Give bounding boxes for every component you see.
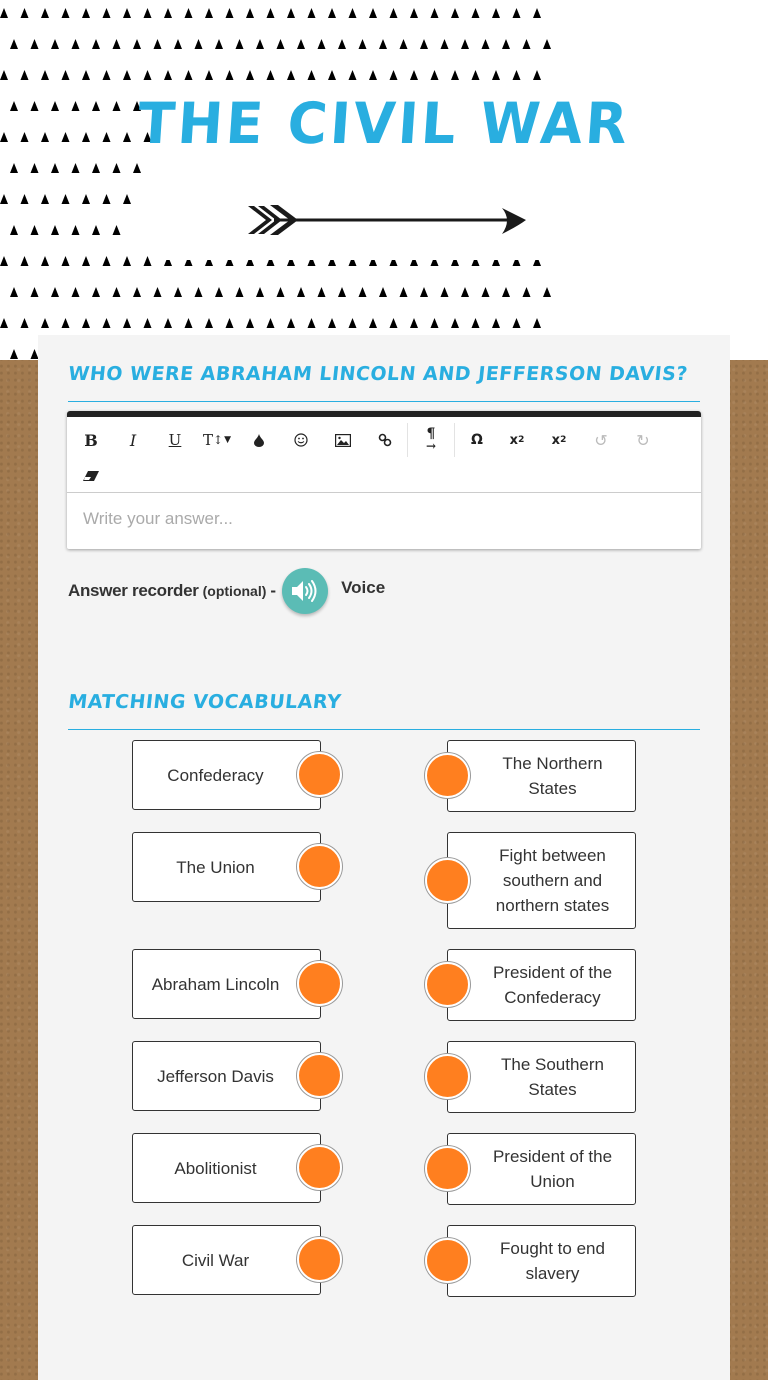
toolbar-separator [407, 423, 408, 457]
subscript-icon[interactable]: x2 [497, 423, 537, 457]
match-definition-label: President of the Union [492, 1147, 613, 1191]
match-term-label: The Union [176, 857, 255, 877]
answer-recorder: Answer recorder (optional) - Voice [68, 567, 385, 615]
bold-icon[interactable]: B [71, 423, 111, 457]
editor-toolbar: B I U T ↕ ▼ ¶ → Ω x2 x2 ↺ ↻ [67, 417, 701, 493]
italic-icon[interactable]: I [113, 423, 153, 457]
emoji-icon[interactable] [281, 423, 321, 457]
paragraph-direction-icon[interactable]: ¶ → [411, 423, 451, 457]
arrow-icon [248, 205, 526, 235]
match-term-label: Abolitionist [174, 1158, 257, 1178]
special-char-icon[interactable]: Ω [457, 423, 497, 457]
match-term[interactable]: Confederacy [132, 740, 321, 810]
clear-format-icon[interactable] [71, 459, 111, 493]
answer-editor: B I U T ↕ ▼ ¶ → Ω x2 x2 ↺ ↻ Write your a… [67, 411, 701, 549]
match-connector-dot[interactable] [297, 1053, 342, 1098]
match-connector-dot[interactable] [425, 962, 470, 1007]
match-connector-dot[interactable] [425, 1238, 470, 1283]
match-definition[interactable]: President of the Confederacy [447, 949, 636, 1021]
redo-icon[interactable]: ↻ [623, 423, 663, 457]
match-term-label: Jefferson Davis [157, 1066, 274, 1086]
match-term[interactable]: Civil War [132, 1225, 321, 1295]
match-term-label: Confederacy [167, 765, 264, 785]
match-term[interactable]: The Union [132, 832, 321, 902]
match-definition[interactable]: The Southern States [447, 1041, 636, 1113]
match-definition-label: The Northern States [502, 754, 603, 798]
superscript-icon[interactable]: x2 [539, 423, 579, 457]
match-connector-dot[interactable] [297, 1145, 342, 1190]
match-definition-label: President of the Confederacy [492, 963, 613, 1007]
match-term-label: Civil War [181, 1250, 250, 1270]
voice-label: Voice [341, 578, 386, 597]
header-banner: The Civil War [0, 0, 768, 360]
speaker-icon [292, 580, 317, 602]
question-heading: Who were Abraham Lincoln and Jefferson D… [67, 363, 689, 385]
page-title: The Civil War [135, 90, 633, 157]
match-definition[interactable]: The Northern States [447, 740, 636, 812]
match-definition-label: The Southern States [500, 1055, 604, 1099]
recorder-label: Answer recorder [68, 581, 199, 600]
recorder-dash: - [270, 581, 277, 600]
match-term[interactable]: Jefferson Davis [132, 1041, 321, 1111]
match-connector-dot[interactable] [425, 857, 470, 903]
match-connector-dot[interactable] [297, 844, 342, 889]
font-size-icon[interactable]: T ↕ ▼ [197, 423, 237, 457]
color-drop-icon[interactable] [239, 423, 279, 457]
match-term[interactable]: Abolitionist [132, 1133, 321, 1203]
matching-divider [68, 729, 700, 730]
match-connector-dot[interactable] [297, 961, 342, 1006]
match-definition[interactable]: Fought to end slavery [447, 1225, 636, 1297]
undo-icon[interactable]: ↺ [581, 423, 621, 457]
recorder-optional: (optional) [202, 583, 267, 599]
match-definition[interactable]: Fight between southern and northern stat… [447, 832, 636, 929]
match-definition-label: Fought to end slavery [500, 1239, 605, 1283]
worksheet-card: Who were Abraham Lincoln and Jefferson D… [38, 335, 730, 1380]
match-connector-dot[interactable] [425, 1054, 470, 1099]
match-definition-label: Fight between southern and northern stat… [495, 846, 610, 915]
match-term-label: Abraham Lincoln [151, 974, 280, 994]
match-connector-dot[interactable] [425, 753, 470, 798]
matching-heading: Matching Vocabulary [67, 691, 343, 713]
underline-icon[interactable]: U [155, 423, 195, 457]
voice-record-button[interactable] [282, 568, 329, 614]
image-icon[interactable] [323, 423, 363, 457]
match-definition[interactable]: President of the Union [447, 1133, 636, 1205]
heading-divider [68, 401, 700, 402]
answer-input[interactable]: Write your answer... [67, 493, 701, 549]
match-term[interactable]: Abraham Lincoln [132, 949, 321, 1019]
toolbar-separator [454, 423, 455, 457]
match-connector-dot[interactable] [425, 1146, 470, 1191]
match-connector-dot[interactable] [297, 1237, 342, 1282]
match-connector-dot[interactable] [297, 752, 342, 797]
link-icon[interactable] [365, 423, 405, 457]
